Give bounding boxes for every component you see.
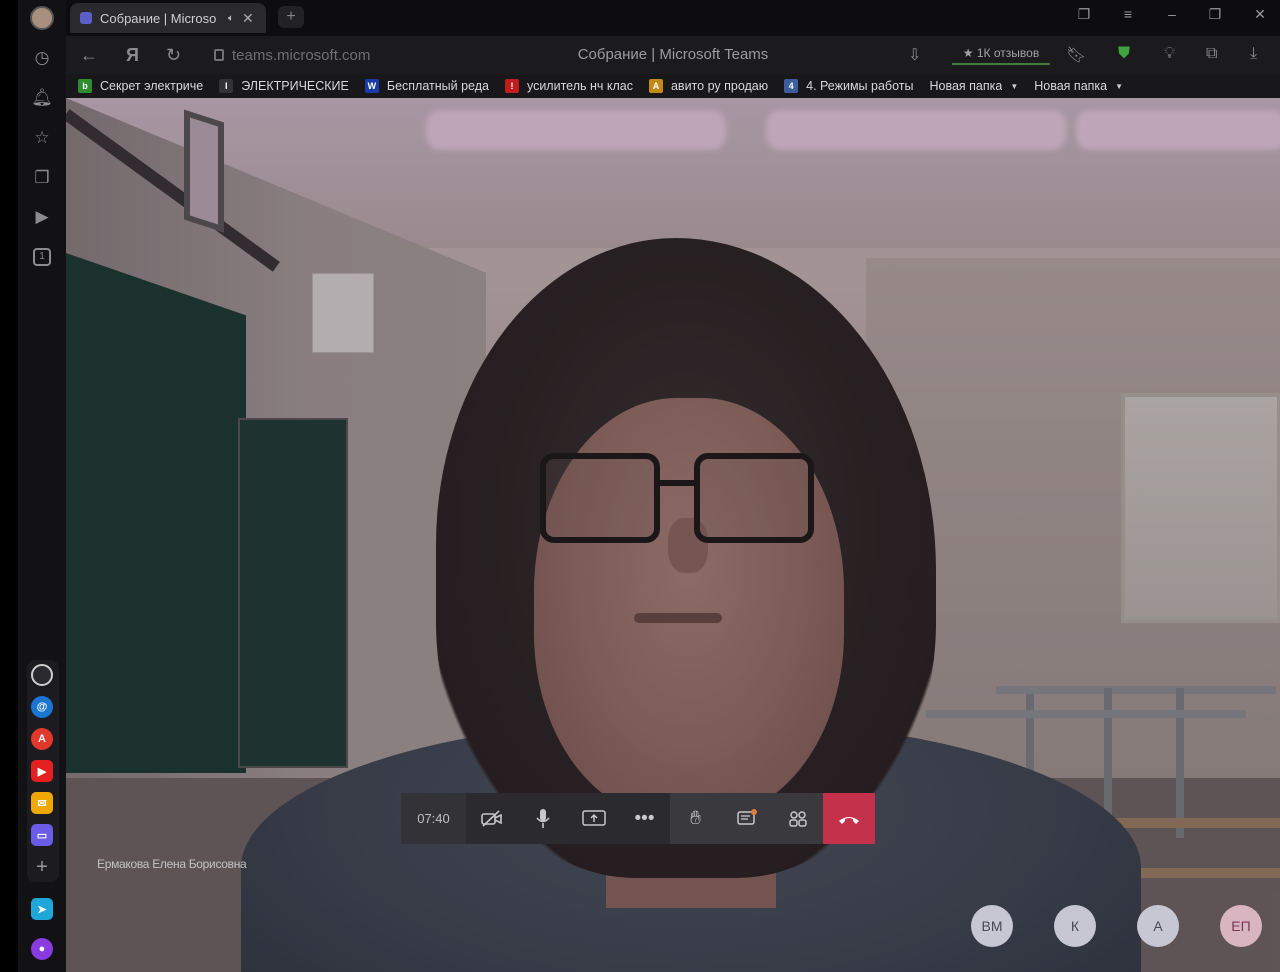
messenger-icon[interactable]: ▭ — [31, 824, 53, 846]
tab-title: Собрание | Microso — [100, 10, 217, 26]
collections-icon[interactable]: ❐ — [30, 166, 54, 190]
close-window-icon[interactable]: ✕ — [1248, 6, 1272, 23]
bookmark-favicon-icon: W — [364, 79, 379, 93]
menu-icon[interactable]: ≡ — [1116, 6, 1140, 22]
assistant-icon[interactable]: ● — [31, 938, 53, 960]
lightbulb-icon[interactable]: 💡︎ — [1164, 45, 1175, 63]
bookmarks-bar: b Секрет электриче I ЭЛЕКТРИЧЕСКИЕ W Бесплатн… — [66, 74, 1280, 98]
address-bar-row: ← Я ↻ teams.microsoft.com Собрание | Mic… — [66, 36, 1280, 74]
shield-icon[interactable]: ⛊ — [1118, 45, 1130, 63]
call-timer: 07:40 — [401, 793, 466, 844]
profile-avatar[interactable] — [30, 6, 54, 30]
add-app-icon[interactable]: + — [31, 856, 53, 878]
restore-icon[interactable]: ❐ — [1203, 6, 1227, 23]
participant-avatar[interactable]: А — [1137, 905, 1179, 947]
sound-icon[interactable]: 🔈︎ — [228, 13, 234, 24]
collections-window-icon[interactable]: ❐ — [1072, 6, 1096, 23]
participant-avatar[interactable]: К — [1054, 905, 1096, 947]
bookmark-label: 4. Режимы работы — [806, 79, 914, 93]
bookmark-label: авито ру продаю — [670, 79, 769, 93]
bookmark-favicon-icon: b — [78, 79, 92, 93]
sidebar-edge — [0, 0, 18, 972]
yandex-icon[interactable]: Я — [126, 45, 139, 66]
bookmark-item[interactable]: I ЭЛЕКТРИЧЕСКИЕ — [219, 79, 349, 93]
bookmark-favicon-icon: A — [648, 79, 663, 93]
back-icon[interactable]: ← — [80, 45, 98, 66]
hang-up-button[interactable] — [823, 793, 875, 844]
chevron-down-icon: ▼ — [1115, 81, 1124, 91]
mail-at-icon[interactable]: @ — [31, 696, 53, 718]
bookmark-label: Новая папка — [929, 79, 1003, 93]
lock-icon — [214, 49, 224, 61]
bookmark-favicon-icon: 4 — [784, 79, 799, 93]
chat-icon[interactable] — [721, 793, 772, 844]
extensions-icon[interactable]: ⧉ — [1206, 45, 1217, 63]
chevron-down-icon: ▼ — [1010, 81, 1019, 91]
microphone-icon[interactable] — [517, 793, 568, 844]
history-icon[interactable]: ◷ — [30, 46, 54, 70]
participants-icon[interactable] — [772, 793, 823, 844]
tab-bar: Собрание | Microso 🔈︎ ✕ + ❐ ≡ – ❐ ✕ — [66, 0, 1280, 36]
participant-avatar[interactable]: ВМ — [971, 905, 1013, 947]
bookmark-folder[interactable]: Новая папка ▼ — [1034, 79, 1123, 93]
reload-icon[interactable]: ↻ — [166, 45, 181, 66]
close-tab-icon[interactable]: ✕ — [242, 10, 254, 27]
browser-tab[interactable]: Собрание | Microso 🔈︎ ✕ — [70, 3, 266, 33]
bookmark-icon[interactable]: 🔖︎ — [1066, 45, 1086, 65]
more-options-icon[interactable]: ••• — [619, 793, 670, 844]
downloads-icon[interactable]: ⤓ — [1250, 45, 1257, 63]
url-field[interactable]: teams.microsoft.com — [214, 43, 394, 67]
notifications-icon[interactable]: 🔔︎ — [30, 86, 54, 110]
alice-icon[interactable] — [31, 664, 53, 686]
minimize-icon[interactable]: – — [1160, 6, 1184, 22]
camera-off-icon[interactable] — [466, 793, 517, 844]
bookmark-label: ЭЛЕКТРИЧЕСКИЕ — [241, 79, 349, 93]
share-screen-icon[interactable] — [568, 793, 619, 844]
bookmark-favicon-icon: ! — [504, 79, 519, 93]
bookmark-label: Новая папка — [1034, 79, 1108, 93]
youtube-icon[interactable]: ▶ — [31, 760, 53, 782]
translate-icon[interactable]: A — [31, 728, 53, 750]
favorites-icon[interactable]: ☆ — [30, 126, 54, 150]
send-icon[interactable]: ➤ — [31, 898, 53, 920]
bookmark-item[interactable]: 4 4. Режимы работы — [784, 79, 913, 93]
teams-icon — [80, 12, 92, 24]
bookmark-item[interactable]: W Бесплатный реда — [364, 79, 489, 93]
call-controls: 07:40 ••• ✋︎ — [401, 793, 880, 844]
bookmark-folder[interactable]: Новая папка ▼ — [929, 79, 1018, 93]
bookmark-item[interactable]: Aавито ру продаю — [648, 79, 769, 93]
bookmark-label: Бесплатный реда — [386, 79, 489, 93]
media-play-icon[interactable]: ▶ — [30, 205, 54, 229]
participant-avatar[interactable]: ЕП — [1220, 905, 1262, 947]
bookmark-item[interactable]: ! усилитель нч клас — [504, 79, 633, 93]
bookmark-favicon-icon: I — [219, 79, 234, 93]
url-text: teams.microsoft.com — [232, 46, 371, 64]
bookmark-label: усилитель нч клас — [526, 79, 633, 93]
bookmark-label: Секрет электриче — [100, 79, 204, 93]
gmail-icon[interactable]: ✉ — [31, 792, 53, 814]
caller-name-label: Ермакова Елена Борисовна — [97, 857, 247, 871]
reviews-badge[interactable]: ★ 1К отзывов — [952, 43, 1050, 65]
bookmark-item[interactable]: b Секрет электриче — [78, 79, 203, 93]
download-page-icon[interactable]: ⇩ — [908, 45, 921, 65]
tab-counter-icon[interactable]: 1 — [30, 245, 54, 269]
browser-sidebar: ◷ 🔔︎ ☆ ❐ ▶ 1 @ A ▶ ✉ ▭ + ➤ ● — [0, 0, 66, 972]
raise-hand-icon[interactable]: ✋︎ — [670, 793, 721, 844]
new-tab-button[interactable]: + — [278, 6, 304, 28]
